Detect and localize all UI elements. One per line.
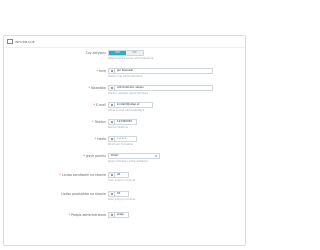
status-option-yes[interactable]: TAK bbox=[109, 51, 126, 55]
phone-input[interactable]: 123456789 bbox=[115, 119, 137, 125]
panel-icon bbox=[7, 39, 13, 44]
language-select[interactable]: Polski ▼ bbox=[108, 153, 160, 159]
required-marker: * bbox=[88, 86, 91, 90]
form-panel: Informacje Czy aktywny TAK NIE Włącz/wył… bbox=[3, 35, 246, 246]
password-help: Minimum 8 znaków bbox=[108, 143, 134, 146]
user-icon bbox=[108, 68, 115, 74]
phone-help: Numer telefonu bbox=[108, 126, 129, 129]
products-field: 50 bbox=[108, 191, 129, 197]
orders-label-text: Liczba zamówień na stronie bbox=[61, 173, 106, 177]
products-label: Liczba produktów na stronie bbox=[26, 191, 106, 197]
email-field: kontakt@sklep.pl bbox=[108, 102, 153, 108]
signature-field: sklep bbox=[108, 212, 129, 218]
language-select-value: Polski bbox=[111, 154, 119, 157]
last-name-label: * Nazwisko bbox=[26, 85, 106, 91]
required-marker: * bbox=[93, 103, 95, 107]
lock-icon bbox=[108, 136, 115, 142]
signature-input[interactable]: sklep bbox=[115, 212, 129, 218]
required-marker: * bbox=[94, 137, 97, 141]
first-name-label: * Imię bbox=[26, 68, 106, 74]
password-input[interactable]: •••••• bbox=[115, 136, 137, 142]
panel-title: Informacje bbox=[15, 39, 35, 44]
first-name-label-text: Imię bbox=[99, 69, 106, 73]
email-label-text: E-mail bbox=[96, 103, 106, 107]
phone-label-text: Telefon bbox=[94, 120, 106, 124]
pen-icon bbox=[108, 212, 115, 218]
first-name-help: Wpisz imię administratora bbox=[108, 75, 142, 78]
required-marker: * bbox=[68, 213, 71, 217]
status-toggle[interactable]: TAK NIE bbox=[108, 50, 144, 56]
page: Informacje Czy aktywny TAK NIE Włącz/wył… bbox=[0, 0, 250, 250]
envelope-icon bbox=[108, 102, 115, 108]
email-help: Adres e-mail administratora bbox=[108, 109, 145, 112]
list-icon bbox=[108, 191, 115, 197]
last-name-input[interactable]: Administrator sklepu bbox=[115, 85, 213, 91]
orders-input[interactable]: 20 bbox=[115, 172, 129, 178]
signature-label: * Podpis administratora bbox=[26, 212, 107, 218]
status-help: Włącz/wyłącz konto administratora bbox=[108, 57, 154, 60]
orders-help: Ilość pozycji na liście bbox=[108, 179, 136, 182]
password-label-text: Hasło bbox=[97, 137, 106, 141]
required-marker: * bbox=[83, 154, 85, 158]
status-option-no[interactable]: NIE bbox=[126, 51, 143, 55]
last-name-help: Wpisz nazwisko administratora bbox=[108, 92, 149, 95]
language-label: * Język panelu bbox=[26, 153, 106, 159]
phone-field: 123456789 bbox=[108, 119, 137, 125]
first-name-field: Jan Kowalski bbox=[108, 68, 213, 74]
signature-label-text: Podpis administratora bbox=[71, 213, 106, 217]
status-label-text: Czy aktywny bbox=[85, 51, 106, 55]
password-label: * Hasło bbox=[26, 136, 106, 142]
panel-header: Informacje bbox=[4, 36, 245, 48]
orders-field: 20 bbox=[108, 172, 129, 178]
user-icon bbox=[108, 85, 115, 91]
phone-label: * Telefon bbox=[26, 119, 106, 125]
language-label-text: Język panelu bbox=[85, 154, 106, 158]
last-name-label-text: Nazwisko bbox=[91, 86, 106, 90]
products-label-text: Liczba produktów na stronie bbox=[61, 192, 106, 196]
language-help: Język interfejsu administratora bbox=[108, 160, 148, 163]
required-marker: * bbox=[59, 173, 61, 177]
required-marker: * bbox=[92, 120, 94, 124]
orders-label: * Liczba zamówień na stronie bbox=[26, 172, 106, 178]
chevron-down-icon: ▼ bbox=[155, 155, 157, 158]
list-icon bbox=[108, 172, 115, 178]
email-label: * E-mail bbox=[26, 102, 106, 108]
products-input[interactable]: 50 bbox=[115, 191, 129, 197]
phone-icon bbox=[108, 119, 115, 125]
products-help: Ilość pozycji na liście bbox=[108, 198, 136, 201]
status-label: Czy aktywny bbox=[26, 50, 106, 56]
last-name-field: Administrator sklepu bbox=[108, 85, 213, 91]
first-name-input[interactable]: Jan Kowalski bbox=[115, 68, 213, 74]
password-field: •••••• bbox=[108, 136, 137, 142]
email-input[interactable]: kontakt@sklep.pl bbox=[115, 102, 153, 108]
required-marker: * bbox=[96, 69, 99, 73]
